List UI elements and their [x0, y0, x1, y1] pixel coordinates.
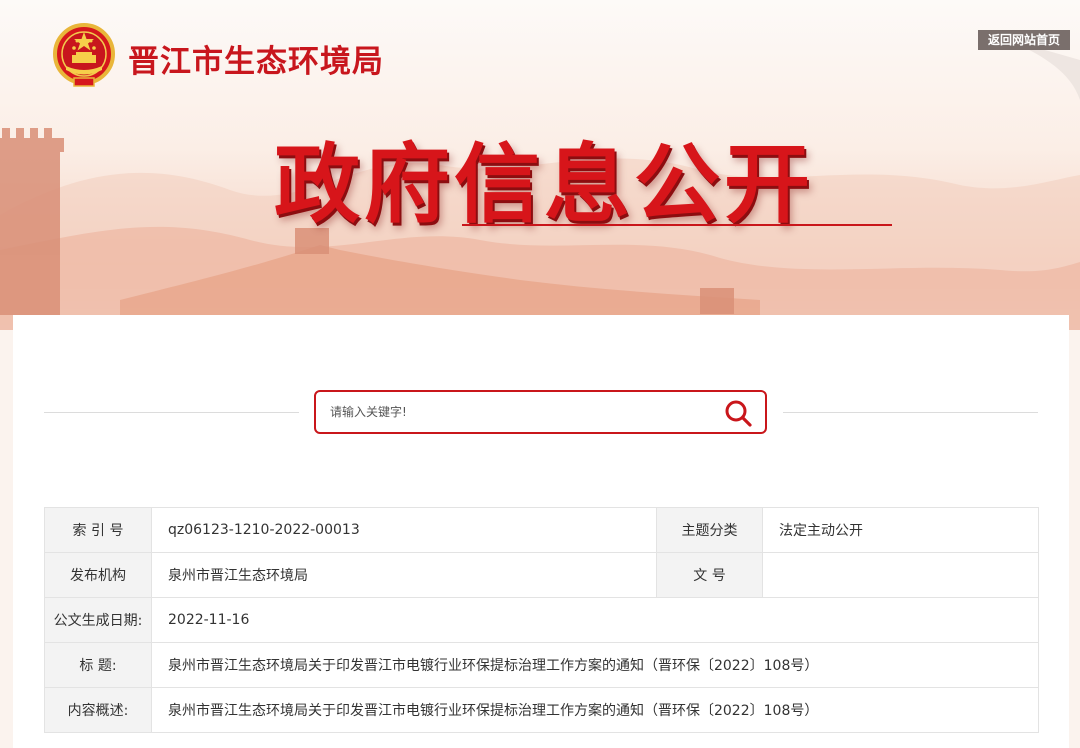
search-box [314, 390, 767, 434]
site-name[interactable]: 晋江市生态环境局 [128, 36, 384, 81]
topic-label: 主题分类 [656, 507, 763, 553]
banner-title: 政府信息公开 [274, 135, 814, 235]
table-row: 公文生成日期: 2022-11-16 [44, 597, 1039, 643]
summary-label: 内容概述: [44, 687, 152, 733]
topic-value: 法定主动公开 [762, 507, 1039, 553]
index-no-value: qz06123-1210-2022-00013 [151, 507, 657, 553]
doc-no-label: 文 号 [656, 552, 763, 598]
table-row: 发布机构 泉州市晋江生态环境局 文 号 [44, 552, 1039, 598]
summary-value: 泉州市晋江生态环境局关于印发晋江市电镀行业环保提标治理工作方案的通知（晋环保〔2… [151, 687, 1039, 733]
search-input[interactable] [330, 400, 710, 424]
title-label: 标 题: [44, 642, 152, 688]
date-label: 公文生成日期: [44, 597, 152, 643]
publisher-label: 发布机构 [44, 552, 152, 598]
date-value: 2022-11-16 [151, 597, 1039, 643]
title-value: 泉州市晋江生态环境局关于印发晋江市电镀行业环保提标治理工作方案的通知（晋环保〔2… [151, 642, 1039, 688]
index-no-label: 索 引 号 [44, 507, 152, 553]
title-underline [462, 224, 892, 226]
national-emblem-logo [52, 22, 116, 90]
table-row: 索 引 号 qz06123-1210-2022-00013 主题分类 法定主动公… [44, 507, 1039, 553]
back-home-button[interactable]: 返回网站首页 [978, 30, 1070, 50]
header-banner: 晋江市生态环境局 返回网站首页 政府信息公开 [0, 0, 1080, 330]
search-divider-left [44, 412, 299, 413]
table-row: 标 题: 泉州市晋江生态环境局关于印发晋江市电镀行业环保提标治理工作方案的通知（… [44, 642, 1039, 688]
info-table: 索 引 号 qz06123-1210-2022-00013 主题分类 法定主动公… [44, 507, 1039, 733]
table-row: 内容概述: 泉州市晋江生态环境局关于印发晋江市电镀行业环保提标治理工作方案的通知… [44, 687, 1039, 733]
search-icon[interactable] [723, 398, 753, 428]
search-divider-right [783, 412, 1038, 413]
doc-no-value [762, 552, 1039, 598]
publisher-value: 泉州市晋江生态环境局 [151, 552, 657, 598]
